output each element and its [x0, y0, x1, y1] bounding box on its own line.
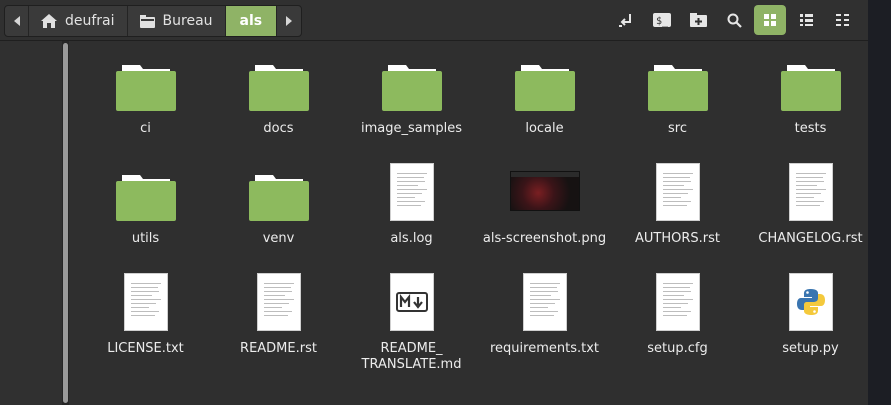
- home-icon: [41, 14, 57, 28]
- open-terminal-icon: [619, 14, 631, 27]
- text-file-icon: [212, 271, 345, 331]
- breadcrumb: deufrai Bureau als: [4, 5, 303, 37]
- sidebar-pane-scrollbar[interactable]: [62, 41, 69, 405]
- folder-icon: [139, 14, 155, 28]
- folder-icon: [79, 51, 212, 111]
- folder-icon: [79, 161, 212, 221]
- folder-icon: [345, 51, 478, 111]
- toolbar-actions: $_: [610, 5, 858, 35]
- breadcrumb-home-label: deufrai: [65, 13, 115, 29]
- scroll-thumb[interactable]: [63, 43, 68, 403]
- folder-item[interactable]: venv: [212, 161, 345, 271]
- new-folder-button[interactable]: [682, 5, 714, 35]
- folder-icon: [212, 161, 345, 221]
- text-file-icon: [744, 161, 877, 221]
- file-item[interactable]: setup.py: [744, 271, 877, 381]
- terminal-button[interactable]: $_: [646, 5, 678, 35]
- toolbar: deufrai Bureau als $_: [0, 0, 868, 41]
- breadcrumb-home[interactable]: deufrai: [29, 6, 128, 36]
- item-label: CHANGELOG.rst: [758, 231, 863, 246]
- item-label: als.log: [390, 231, 433, 246]
- item-label: LICENSE.txt: [107, 341, 184, 356]
- folder-icon: [611, 51, 744, 111]
- file-item[interactable]: als.log: [345, 161, 478, 271]
- item-label: als-screenshot.png: [482, 231, 607, 246]
- folder-item[interactable]: tests: [744, 51, 877, 161]
- item-label: tests: [794, 121, 827, 136]
- item-label: requirements.txt: [489, 341, 599, 356]
- text-file-icon: [345, 161, 478, 221]
- item-label: locale: [525, 121, 564, 136]
- breadcrumb-forward-button[interactable]: [277, 6, 301, 36]
- item-label: README_ TRANSLATE.md: [361, 341, 462, 372]
- sidebar: [0, 41, 62, 405]
- markdown-file-icon: [345, 271, 478, 331]
- file-item[interactable]: README_ TRANSLATE.md: [345, 271, 478, 381]
- terminal-icon: $_: [653, 13, 671, 27]
- compact-view-icon: [835, 14, 849, 26]
- text-file-icon: [478, 271, 611, 331]
- folder-icon: [744, 51, 877, 111]
- item-label: AUTHORS.rst: [635, 231, 720, 246]
- file-item[interactable]: AUTHORS.rst: [611, 161, 744, 271]
- folder-item[interactable]: ci: [79, 51, 212, 161]
- item-label: src: [668, 121, 687, 136]
- icon-view-button[interactable]: [754, 5, 786, 35]
- breadcrumb-bureau-label: Bureau: [162, 13, 213, 29]
- item-label: setup.cfg: [647, 341, 708, 356]
- file-item[interactable]: LICENSE.txt: [79, 271, 212, 381]
- icon-view-icon: [764, 14, 776, 26]
- file-view: ci docs image_samples locale src tests utils ve…: [69, 41, 868, 405]
- svg-text:$_: $_: [656, 16, 669, 27]
- file-manager-window: deufrai Bureau als $_ ci docs image_samp…: [0, 0, 868, 405]
- file-grid: ci docs image_samples locale src tests utils ve…: [79, 51, 877, 381]
- item-label: venv: [262, 231, 295, 246]
- text-file-icon: [79, 271, 212, 331]
- item-label: ci: [140, 121, 151, 136]
- folder-item[interactable]: image_samples: [345, 51, 478, 161]
- folder-icon: [478, 51, 611, 111]
- file-item[interactable]: README.rst: [212, 271, 345, 381]
- list-view-icon: [799, 14, 813, 26]
- desktop-background: [868, 0, 891, 405]
- python-file-icon: [744, 271, 877, 331]
- folder-icon: [212, 51, 345, 111]
- chevron-left-icon: [13, 16, 20, 26]
- list-view-button[interactable]: [790, 5, 822, 35]
- file-item[interactable]: CHANGELOG.rst: [744, 161, 877, 271]
- file-item[interactable]: setup.cfg: [611, 271, 744, 381]
- image-file-icon: [478, 161, 611, 221]
- search-icon: [727, 13, 742, 28]
- folder-item[interactable]: locale: [478, 51, 611, 161]
- item-label: docs: [263, 121, 294, 136]
- item-label: setup.py: [782, 341, 839, 356]
- text-file-icon: [611, 161, 744, 221]
- file-item[interactable]: requirements.txt: [478, 271, 611, 381]
- item-label: image_samples: [360, 121, 463, 136]
- open-in-terminal-button[interactable]: [610, 5, 642, 35]
- compact-view-button[interactable]: [826, 5, 858, 35]
- breadcrumb-current-label: als: [239, 13, 263, 29]
- folder-item[interactable]: src: [611, 51, 744, 161]
- folder-item[interactable]: docs: [212, 51, 345, 161]
- search-button[interactable]: [718, 5, 750, 35]
- text-file-icon: [611, 271, 744, 331]
- breadcrumb-back-button[interactable]: [5, 6, 29, 36]
- folder-item[interactable]: utils: [79, 161, 212, 271]
- file-item[interactable]: als-screenshot.png: [478, 161, 611, 271]
- breadcrumb-bureau[interactable]: Bureau: [128, 6, 226, 36]
- chevron-right-icon: [286, 16, 293, 26]
- new-folder-icon: [689, 13, 707, 27]
- item-label: README.rst: [240, 341, 317, 356]
- breadcrumb-current[interactable]: als: [225, 6, 278, 36]
- item-label: utils: [131, 231, 160, 246]
